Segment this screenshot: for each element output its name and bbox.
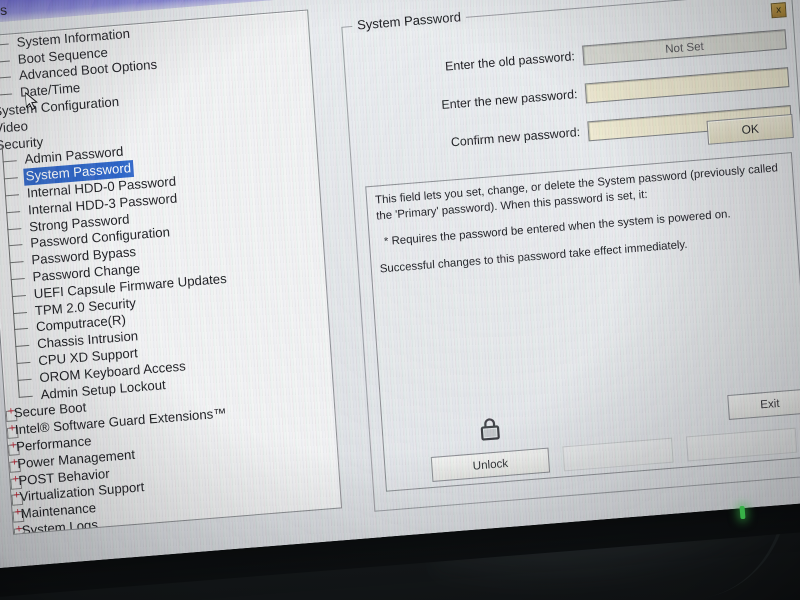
old-password-label: Enter the old password:: [444, 49, 576, 74]
close-icon[interactable]: x: [770, 2, 787, 19]
new-password-input[interactable]: [584, 67, 790, 104]
confirm-password-label: Confirm new password:: [450, 125, 581, 150]
new-password-label: Enter the new password:: [441, 87, 578, 113]
settings-tree[interactable]: GeneralSystem InformationBoot SequenceAd…: [0, 9, 342, 534]
monitor-screen: tings GeneralSystem InformationBoot Sequ…: [0, 0, 800, 573]
power-led-indicator: [739, 505, 746, 520]
settings-tree-panel[interactable]: GeneralSystem InformationBoot SequenceAd…: [0, 9, 343, 535]
old-password-input[interactable]: Not Set: [582, 29, 787, 66]
bios-screen: tings GeneralSystem InformationBoot Sequ…: [0, 0, 800, 573]
photographed-monitor-scene: tings GeneralSystem InformationBoot Sequ…: [0, 0, 800, 600]
page-title: tings: [0, 1, 8, 20]
padlock-icon: [480, 418, 500, 441]
